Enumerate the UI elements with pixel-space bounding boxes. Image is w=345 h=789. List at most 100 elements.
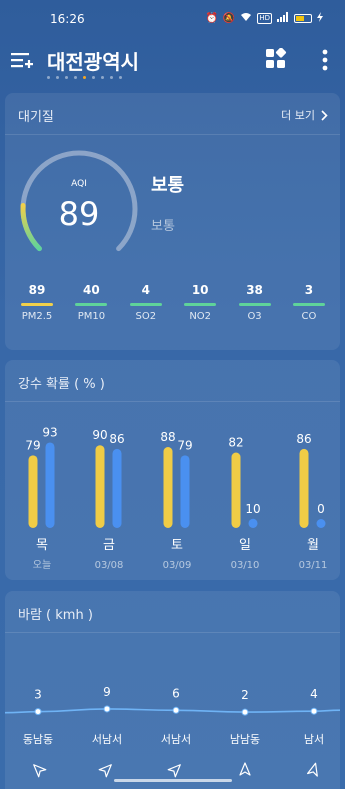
pollutant-value: 3 <box>304 283 314 297</box>
wind-speed-label: 2 <box>241 688 249 702</box>
pollutant-value: 10 <box>191 283 209 297</box>
pollutant-level-bar <box>184 303 217 306</box>
pollutant-level-bar <box>75 303 108 306</box>
pollutant-name: SO2 <box>135 311 157 322</box>
precip-value-label: 10 <box>245 502 260 516</box>
precip-day-label: 일 <box>239 538 251 553</box>
page-dot <box>92 76 95 79</box>
pollutant-name: CO <box>301 311 317 322</box>
pollutant-item: 38 O3 <box>231 283 279 322</box>
pollutant-name: PM2.5 <box>21 311 53 322</box>
precip-value-label: 90 <box>92 428 107 442</box>
pollutant-item: 3 CO <box>285 283 333 322</box>
widgets-icon[interactable] <box>265 47 287 70</box>
wind-speed-label: 4 <box>310 687 318 701</box>
page-dot <box>119 76 122 79</box>
chevron-right-icon <box>321 109 328 121</box>
pollutant-item: 89 PM2.5 <box>13 283 61 322</box>
precip-value-label: 79 <box>177 438 192 452</box>
wind-direction-arrow-icon <box>239 762 251 776</box>
page-dot <box>74 76 77 79</box>
wind-direction-label: 서남서 <box>161 733 191 746</box>
precipitation-title: 강수 확률 ( % ) <box>18 377 105 392</box>
precip-bar <box>248 518 258 528</box>
precip-date-label: 오늘 <box>33 559 51 571</box>
wind-direction-label: 남서 <box>304 733 324 746</box>
precip-date-label: 03/08 <box>95 560 124 571</box>
location-list-icon[interactable] <box>10 48 34 72</box>
wifi-icon <box>240 12 252 25</box>
pollutant-item: 40 PM10 <box>67 283 115 322</box>
wind-speed-label: 3 <box>34 688 42 702</box>
precip-day-label: 금 <box>103 538 115 553</box>
pollutant-list: 89 PM2.5 40 PM10 4 SO2 10 NO2 38 O3 3 CO <box>13 283 333 322</box>
precip-date-label: 03/09 <box>163 560 192 571</box>
wind-direction-arrow-icon <box>307 762 318 777</box>
wind-speed-label: 6 <box>172 686 180 700</box>
more-link-label: 더 보기 <box>281 109 315 122</box>
alarm-icon: ⏰ <box>205 13 218 24</box>
wind-header: 바람 ( kmh ) <box>5 591 340 633</box>
page-dot <box>65 76 68 79</box>
more-link[interactable]: 더 보기 <box>281 107 328 123</box>
precip-bar <box>28 455 38 528</box>
aqi-status: 보통 <box>151 175 185 196</box>
precip-value-label: 88 <box>160 430 175 444</box>
page-dot <box>47 76 50 79</box>
aqi-label: AQI <box>71 179 87 189</box>
wind-speed-label: 9 <box>103 685 111 699</box>
wind-direction-label: 서남서 <box>92 733 122 746</box>
precip-value-label: 86 <box>109 432 124 446</box>
wind-point <box>310 707 318 715</box>
precip-bar <box>112 448 122 528</box>
precip-bar <box>180 455 190 528</box>
battery-icon <box>294 14 312 23</box>
wind-direction-label: 남남동 <box>230 733 260 746</box>
page-dot <box>83 76 86 79</box>
precip-day-label: 월 <box>307 538 319 553</box>
precip-date-label: 03/11 <box>299 560 328 571</box>
air-quality-header: 대기질 더 보기 <box>5 93 340 135</box>
precipitation-card: 강수 확률 ( % ) 79 93 목 오늘 90 86 금 03/08 88 79 토 03/09 8… <box>5 360 340 580</box>
page-dot <box>110 76 113 79</box>
pollutant-value: 38 <box>246 283 263 297</box>
precip-bar <box>45 442 55 528</box>
pollutant-level-bar <box>129 303 162 306</box>
pollutant-level-bar <box>238 303 271 306</box>
precip-bar <box>316 519 326 528</box>
wind-direction-arrow-icon <box>167 764 181 778</box>
precipitation-header: 강수 확률 ( % ) <box>5 360 340 402</box>
precip-date-label: 03/10 <box>231 560 260 571</box>
precip-value-label: 86 <box>296 432 311 446</box>
aqi-value: 89 <box>58 195 100 233</box>
pollutant-name: O3 <box>247 311 262 322</box>
pollutant-name: PM10 <box>77 311 106 322</box>
air-quality-title: 대기질 <box>18 110 54 125</box>
wind-direction-arrow-icon <box>98 764 112 778</box>
pollutant-value: 4 <box>141 283 150 297</box>
precip-value-label: 0 <box>317 502 325 516</box>
precip-bar <box>95 445 105 528</box>
pollutant-level-bar <box>21 303 53 306</box>
precip-day-label: 목 <box>36 538 48 553</box>
wind-speed-line <box>5 708 340 714</box>
pollutant-name: NO2 <box>189 311 212 322</box>
aqi-gauge: AQI 89 <box>17 147 141 271</box>
page-indicator <box>47 76 122 79</box>
wind-point <box>34 708 42 716</box>
hd-icon: HD <box>257 13 272 24</box>
precip-bar <box>231 452 241 528</box>
charging-icon <box>317 12 323 25</box>
precip-bar <box>163 447 173 528</box>
pollutant-item: 10 NO2 <box>176 283 224 322</box>
pollutant-value: 89 <box>28 283 46 297</box>
precip-bar <box>299 448 309 528</box>
more-options-icon[interactable] <box>318 48 332 72</box>
status-bar: 16:26 ⏰ 🔕 HD <box>0 0 345 40</box>
status-icons: ⏰ 🔕 HD <box>205 12 323 25</box>
top-bar: 대전광역시 <box>0 40 345 84</box>
city-title: 대전광역시 <box>47 50 139 74</box>
precip-value-label: 79 <box>25 438 40 452</box>
precip-value-label: 93 <box>42 425 57 439</box>
mute-icon: 🔕 <box>222 13 236 24</box>
